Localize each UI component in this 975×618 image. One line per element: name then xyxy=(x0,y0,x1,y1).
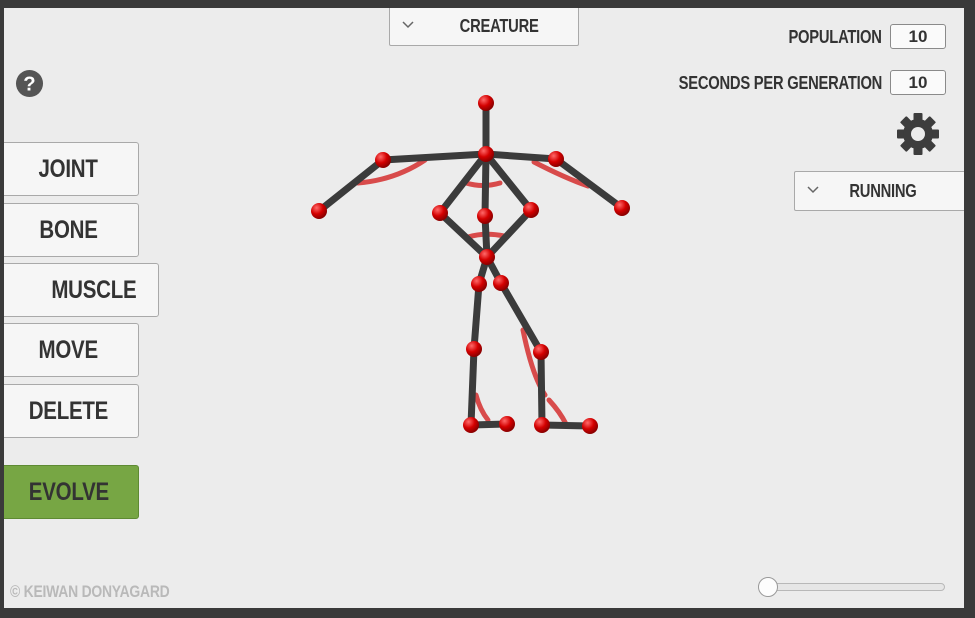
joint[interactable] xyxy=(493,275,509,291)
joint[interactable] xyxy=(534,417,550,433)
bone[interactable] xyxy=(497,279,545,356)
joint[interactable] xyxy=(614,200,630,216)
joint[interactable] xyxy=(471,276,487,292)
bone[interactable] xyxy=(470,280,483,353)
joint[interactable] xyxy=(548,151,564,167)
joint[interactable] xyxy=(582,418,598,434)
bone[interactable] xyxy=(537,348,546,429)
copyright-label: © KEIWAN DONYAGARD xyxy=(10,582,170,601)
bone[interactable] xyxy=(315,156,387,215)
muscle[interactable] xyxy=(546,397,569,427)
creature-editor: CREATURE ? JOINT BONE MUSCLE MOVE DELETE… xyxy=(4,8,964,608)
bone[interactable] xyxy=(467,345,478,429)
joint[interactable] xyxy=(533,344,549,360)
joint[interactable] xyxy=(375,152,391,168)
joint[interactable] xyxy=(523,202,539,218)
bone[interactable] xyxy=(379,150,490,164)
joint[interactable] xyxy=(499,416,515,432)
joint[interactable] xyxy=(432,205,448,221)
bone[interactable] xyxy=(481,150,490,220)
slider-thumb[interactable] xyxy=(758,577,778,597)
bone[interactable] xyxy=(482,150,560,163)
bone[interactable] xyxy=(552,155,626,212)
speed-slider[interactable] xyxy=(758,577,945,597)
joint[interactable] xyxy=(466,341,482,357)
bone[interactable] xyxy=(482,150,535,214)
copyright-text: © KEIWAN DONYAGARD xyxy=(10,582,204,602)
joint[interactable] xyxy=(478,95,494,111)
joint[interactable] xyxy=(479,249,495,265)
joint[interactable] xyxy=(477,208,493,224)
joint[interactable] xyxy=(311,203,327,219)
muscle[interactable] xyxy=(473,392,491,423)
joint[interactable] xyxy=(478,146,494,162)
creature-canvas[interactable] xyxy=(4,8,964,608)
joint[interactable] xyxy=(463,417,479,433)
